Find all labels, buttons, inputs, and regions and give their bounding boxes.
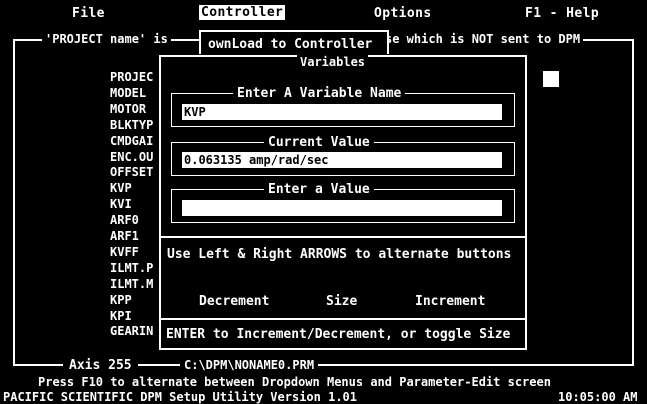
arrows-hint: Use Left & Right ARROWS to alternate but… [167, 247, 512, 262]
menu-controller[interactable]: Controller [199, 5, 286, 20]
enter-value-input[interactable] [182, 200, 502, 216]
parameter-item[interactable]: ENC.OU [110, 149, 153, 165]
controller-dropdown: ownLoad to Controller [199, 30, 389, 54]
parameter-item[interactable]: GEARIN [110, 323, 153, 339]
parameter-item[interactable]: PROJEC [110, 69, 153, 85]
parameter-item[interactable]: KPP [110, 292, 132, 308]
enter-hint: ENTER to Increment/Decrement, or toggle … [166, 327, 511, 342]
frame-title-right: se which is NOT sent to DPM [382, 32, 584, 46]
axis-indicator: Axis 255 [63, 358, 138, 373]
parameter-item[interactable]: MOTOR [110, 101, 146, 117]
parameter-item[interactable]: OFFSET [110, 164, 153, 180]
company-version: PACIFIC SCIENTIFIC DPM Setup Utility Ver… [3, 390, 358, 404]
dialog-separator [161, 236, 525, 238]
parameter-item[interactable]: ARF1 [110, 228, 139, 244]
parameter-item[interactable]: MODEL [110, 85, 146, 101]
enter-value-label: Enter a Value [264, 182, 374, 197]
file-path: C:\DPM\NONAME0.PRM [180, 358, 319, 372]
dialog-title: Variables [297, 55, 369, 69]
current-value-field: 0.063135 amp/rad/sec [182, 152, 502, 168]
f10-hint: Press F10 to alternate between Dropdown … [38, 375, 551, 389]
parameter-item[interactable]: ARF0 [110, 212, 139, 228]
variable-name-input[interactable]: KVP [182, 104, 502, 120]
menu-help[interactable]: F1 - Help [525, 6, 599, 21]
variable-name-label: Enter A Variable Name [233, 86, 406, 101]
cursor-block [543, 71, 559, 87]
parameter-item[interactable]: KVI [110, 196, 132, 212]
menu-options[interactable]: Options [374, 6, 432, 21]
parameter-item[interactable]: CMDGAI [110, 133, 153, 149]
parameter-item[interactable]: ILMT.P [110, 260, 153, 276]
parameter-item[interactable]: ILMT.M [110, 276, 153, 292]
parameter-item[interactable]: KVFF [110, 244, 139, 260]
menu-file[interactable]: File [72, 6, 105, 21]
size-button[interactable]: Size [326, 294, 357, 309]
dialog-separator-bottom [161, 318, 525, 320]
clock: 10:05:00 AM [558, 390, 638, 404]
increment-button[interactable]: Increment [415, 294, 485, 309]
parameter-item[interactable]: BLKTYP [110, 117, 153, 133]
parameter-item[interactable]: KVP [110, 180, 132, 196]
parameter-item[interactable]: KPI [110, 308, 132, 324]
frame-title-left: 'PROJECT name' is [42, 32, 171, 46]
current-value-label: Current Value [264, 135, 374, 150]
decrement-button[interactable]: Decrement [199, 294, 269, 309]
dropdown-item-download[interactable]: ownLoad to Controller [208, 37, 372, 52]
menu-bar: File Controller Options F1 - Help [0, 0, 647, 26]
